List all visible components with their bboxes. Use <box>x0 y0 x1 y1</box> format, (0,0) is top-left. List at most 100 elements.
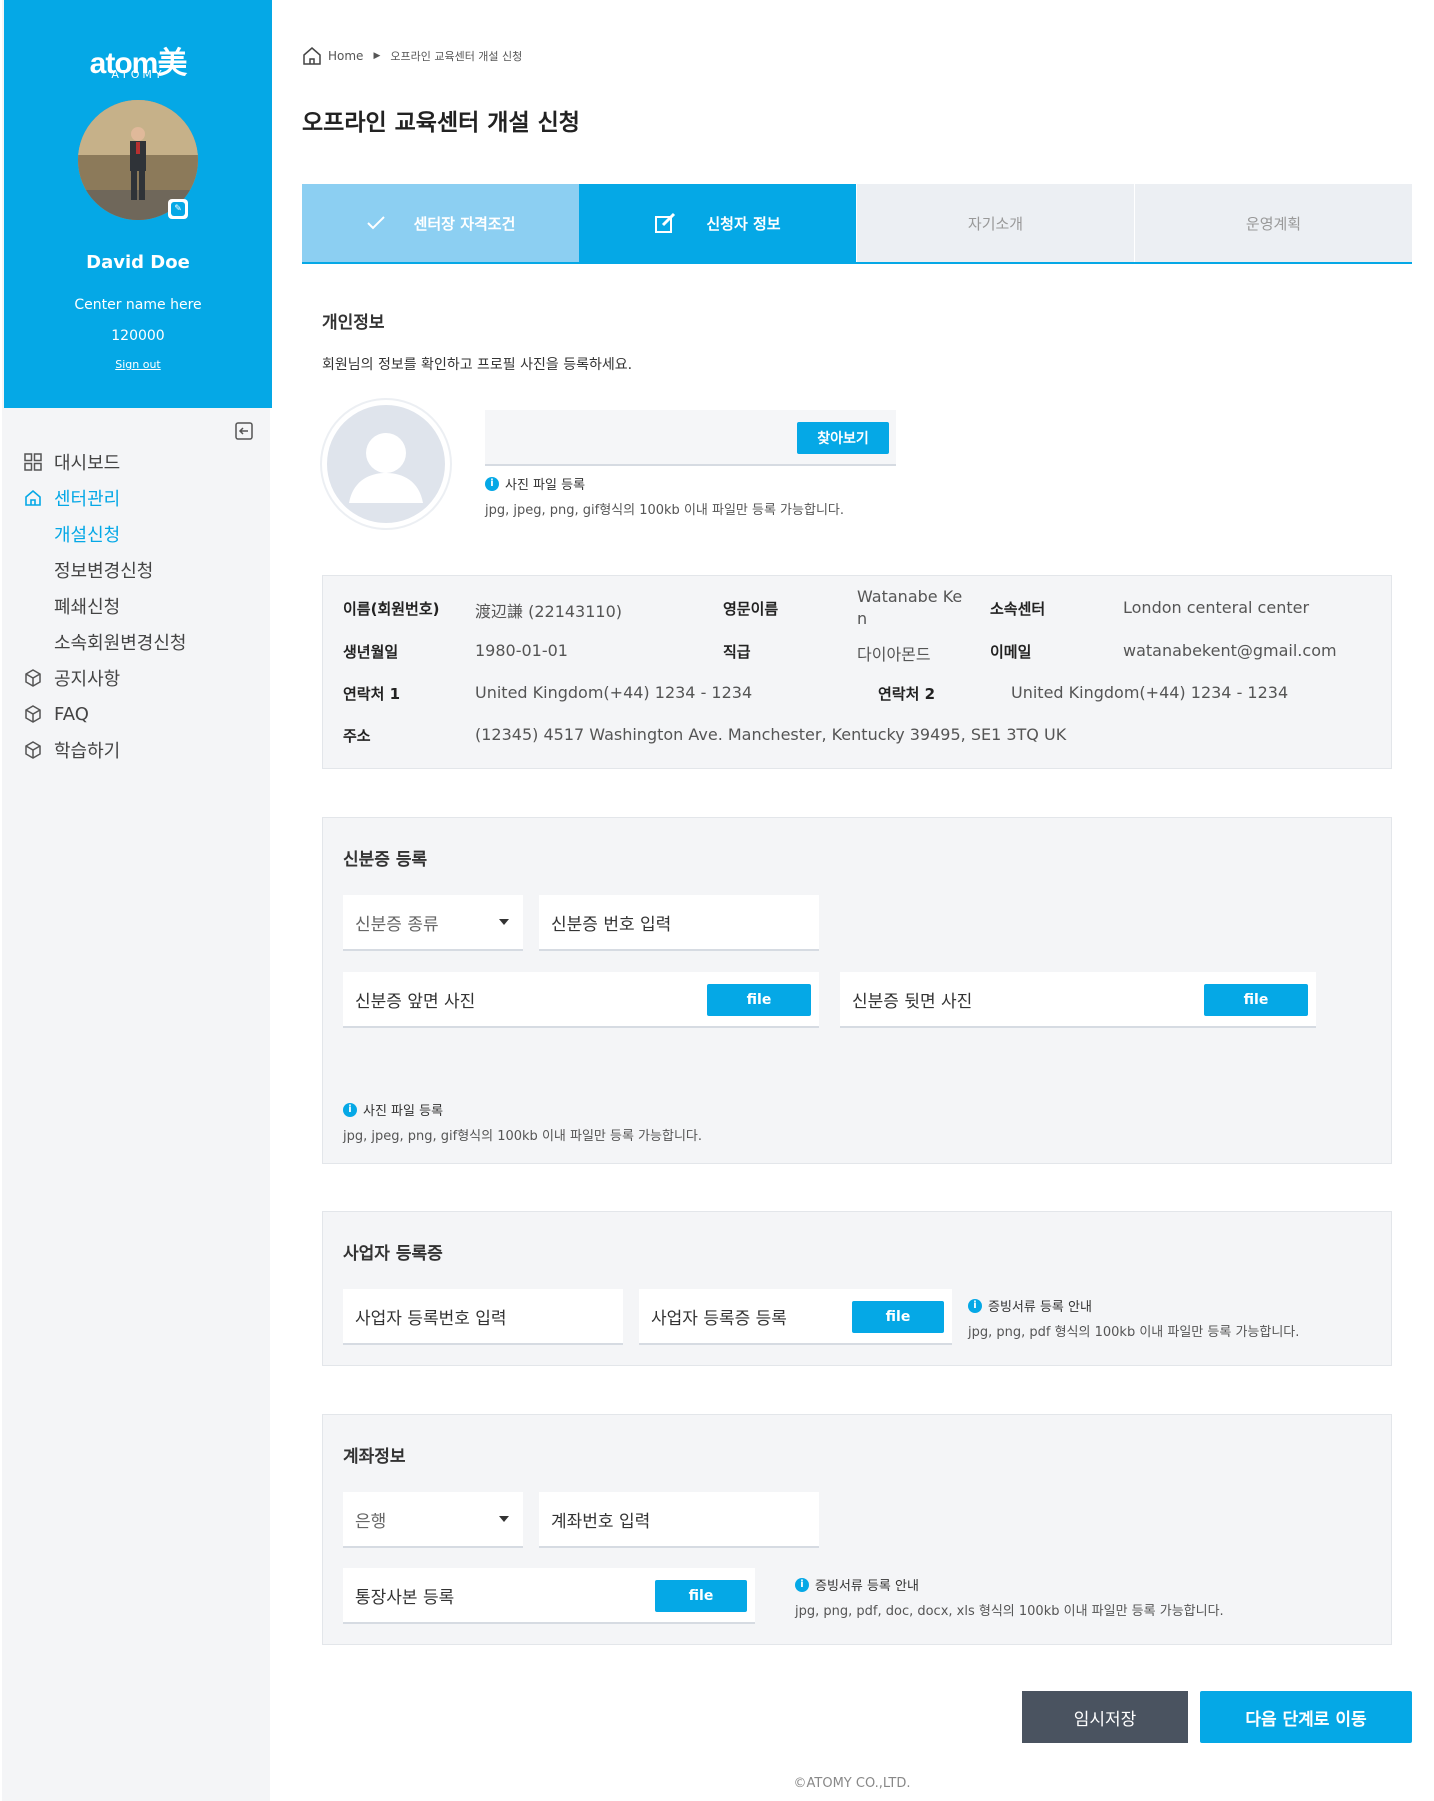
personal-section-title: 개인정보 <box>322 313 385 333</box>
step-tabs: 센터장 자격조건 신청자 정보 자기소개 운영계획 <box>302 184 1412 264</box>
nav-sub-info-change[interactable]: 정보변경신청 <box>22 552 186 588</box>
nav-center-management[interactable]: 센터관리 <box>22 480 186 516</box>
rank-label: 직급 <box>723 643 751 661</box>
nav-faq[interactable]: FAQ <box>22 696 186 732</box>
edit-icon <box>654 212 678 234</box>
hint-text: jpg, png, pdf, doc, docx, xls 형식의 100kb … <box>795 1604 1224 1619</box>
nav-label: 공지사항 <box>54 669 121 690</box>
file-label: 사업자 등록증 등록 <box>651 1308 787 1329</box>
english-name-value: Watanabe Ke n <box>857 587 963 628</box>
bank-select[interactable]: 은행 <box>343 1492 523 1548</box>
english-name-label: 영문이름 <box>723 600 779 618</box>
browse-button[interactable]: 찾아보기 <box>797 422 889 454</box>
nav-sub-member-change[interactable]: 소속회원변경신청 <box>22 624 186 660</box>
bankbook-file[interactable]: 통장사본 등록 file <box>343 1568 755 1624</box>
hint-text: jpg, png, pdf 형식의 100kb 이내 파일만 등록 가능합니다. <box>968 1325 1300 1340</box>
business-cert-file[interactable]: 사업자 등록증 등록 file <box>639 1289 952 1345</box>
business-file-button[interactable]: file <box>852 1301 944 1333</box>
personal-section-desc: 회원님의 정보를 확인하고 프로필 사진을 등록하세요. <box>322 357 633 373</box>
nav-label: 학습하기 <box>54 741 121 762</box>
id-card-hint: i 사진 파일 등록 jpg, jpeg, png, gif형식의 100kb 이… <box>343 1100 702 1144</box>
nav-label: 센터관리 <box>54 489 121 510</box>
phone2-label: 연락처 2 <box>878 685 936 703</box>
back-file-button[interactable]: file <box>1204 984 1308 1016</box>
bankbook-file-button[interactable]: file <box>655 1580 747 1612</box>
nav-label: FAQ <box>54 703 89 725</box>
profile-photo-hint: i 사진 파일 등록 jpg, jpeg, png, gif형식의 100kb 이… <box>485 474 844 518</box>
collapse-sidebar-icon[interactable] <box>233 420 255 442</box>
center-label: 소속센터 <box>990 600 1046 618</box>
birth-value: 1980-01-01 <box>475 641 568 660</box>
profile-photo-file-field[interactable]: 찾아보기 <box>485 410 896 466</box>
rank-value: 다이아몬드 <box>857 645 931 664</box>
phone1-value: United Kingdom(+44) 1234 - 1234 <box>475 683 753 702</box>
front-file-button[interactable]: file <box>707 984 811 1016</box>
home-icon[interactable] <box>302 46 322 66</box>
business-panel: 사업자 등록증 사업자 등록번호 입력 사업자 등록증 등록 file i 증빙서… <box>322 1211 1392 1366</box>
name-label: 이름(회원번호) <box>343 600 440 618</box>
info-icon: i <box>795 1577 809 1592</box>
nav-learning[interactable]: 학습하기 <box>22 732 186 768</box>
input-placeholder: 사업자 등록번호 입력 <box>355 1308 507 1329</box>
info-icon: i <box>485 476 499 491</box>
caret-down-icon <box>499 919 509 925</box>
box-icon <box>22 667 44 689</box>
address-label: 주소 <box>343 727 371 745</box>
id-card-panel: 신분증 등록 신분증 종류 신분증 번호 입력 신분증 앞면 사진 file 신… <box>322 817 1392 1164</box>
phone1-label: 연락처 1 <box>343 685 401 703</box>
account-panel: 계좌정보 은행 계좌번호 입력 통장사본 등록 file i 증빙서류 등록 안내… <box>322 1414 1392 1645</box>
sidebar-nav: 대시보드 센터관리 개설신청 정보변경신청 폐쇄신청 소속회원변경신청 공지사항… <box>22 444 186 768</box>
hint-text: jpg, jpeg, png, gif형식의 100kb 이내 파일만 등록 가… <box>485 503 844 518</box>
hint-title: 사진 파일 등록 <box>363 1104 444 1119</box>
profile-panel: atom美 ATOMY ✎ David Doe Center name here <box>4 0 272 408</box>
nav-dashboard[interactable]: 대시보드 <box>22 444 186 480</box>
nav-sub-open-request[interactable]: 개설신청 <box>22 516 186 552</box>
page-title: 오프라인 교육센터 개설 신청 <box>302 110 580 136</box>
profile-member-number: 120000 <box>111 328 165 344</box>
step-operation-plan[interactable]: 운영계획 <box>1134 184 1412 262</box>
id-card-front-file[interactable]: 신분증 앞면 사진 file <box>343 972 819 1028</box>
business-number-input[interactable]: 사업자 등록번호 입력 <box>343 1289 623 1345</box>
id-card-back-file[interactable]: 신분증 뒷면 사진 file <box>840 972 1316 1028</box>
birth-label: 생년월일 <box>343 643 399 661</box>
nav-notice[interactable]: 공지사항 <box>22 660 186 696</box>
id-card-title: 신분증 등록 <box>343 850 428 870</box>
caret-down-icon <box>499 1516 509 1522</box>
account-hint: i 증빙서류 등록 안내 jpg, png, pdf, doc, docx, xl… <box>795 1575 1224 1619</box>
phone2-value: United Kingdom(+44) 1234 - 1234 <box>1011 683 1289 702</box>
account-title: 계좌정보 <box>343 1447 406 1467</box>
next-step-button[interactable]: 다음 단계로 이동 <box>1200 1691 1412 1743</box>
breadcrumb-home[interactable]: Home <box>328 49 363 63</box>
center-value: London centeral center <box>1123 598 1310 617</box>
brand-logo-sub: ATOMY <box>111 68 165 81</box>
step-label: 센터장 자격조건 <box>413 214 516 233</box>
step-qualification[interactable]: 센터장 자격조건 <box>302 184 579 262</box>
id-card-number-input[interactable]: 신분증 번호 입력 <box>539 895 819 951</box>
step-self-intro[interactable]: 자기소개 <box>856 184 1134 262</box>
sign-out-link[interactable]: Sign out <box>4 358 272 371</box>
input-placeholder: 계좌번호 입력 <box>551 1511 651 1532</box>
account-number-input[interactable]: 계좌번호 입력 <box>539 1492 819 1548</box>
nav-sub-close-request[interactable]: 폐쇄신청 <box>22 588 186 624</box>
nav-label: 대시보드 <box>54 453 121 474</box>
input-placeholder: 신분증 번호 입력 <box>551 914 672 935</box>
business-title: 사업자 등록증 <box>343 1244 443 1264</box>
profile-name: David Doe <box>86 252 190 273</box>
chevron-right-icon: ▶ <box>373 51 381 61</box>
hint-title: 증빙서류 등록 안내 <box>815 1579 919 1594</box>
grid-icon <box>22 451 44 473</box>
file-label: 통장사본 등록 <box>355 1587 455 1608</box>
pencil-icon: ✎ <box>171 202 185 216</box>
breadcrumb: Home ▶ 오프라인 교육센터 개설 신청 <box>302 46 522 66</box>
address-value: (12345) 4517 Washington Ave. Manchester,… <box>475 725 1067 744</box>
hint-text: jpg, jpeg, png, gif형식의 100kb 이내 파일만 등록 가… <box>343 1129 702 1144</box>
id-card-type-select[interactable]: 신분증 종류 <box>343 895 523 951</box>
step-applicant-info[interactable]: 신청자 정보 <box>579 184 856 262</box>
breadcrumb-current: 오프라인 교육센터 개설 신청 <box>390 50 523 63</box>
select-value: 은행 <box>355 1511 387 1532</box>
member-info-box: 이름(회원번호) 渡辺謙 (22143110) 영문이름 Watanabe Ke… <box>322 575 1392 769</box>
box-icon <box>22 739 44 761</box>
save-draft-button[interactable]: 임시저장 <box>1022 1691 1188 1743</box>
edit-avatar-button[interactable]: ✎ <box>168 199 188 219</box>
profile-center: Center name here <box>74 297 202 313</box>
